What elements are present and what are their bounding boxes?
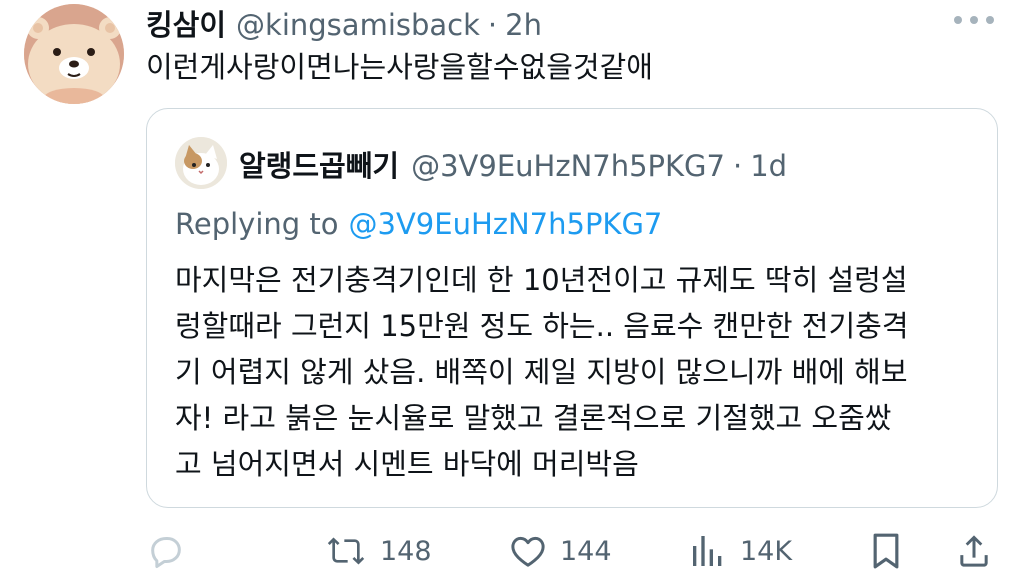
like-button[interactable]: 144 (508, 526, 612, 576)
more-options-button[interactable] (952, 8, 996, 32)
replying-mention-link[interactable]: @3V9EuHzN7h5PKG7 (349, 207, 663, 241)
retweet-icon (327, 537, 365, 565)
separator-dot: · (732, 149, 743, 183)
reply-button[interactable] (146, 526, 186, 576)
retweet-button[interactable]: 148 (324, 526, 432, 576)
action-bar: 148 144 14K (146, 526, 1006, 576)
like-count: 144 (560, 535, 612, 567)
user-handle[interactable]: @kingsamisback (236, 8, 480, 42)
quoted-text-line: 고 넘어지면서 시멘트 바닥에 머리박음 (175, 447, 639, 481)
retweet-count: 148 (380, 535, 432, 567)
tweet-time[interactable]: 2h (505, 8, 542, 42)
heart-icon (511, 536, 545, 567)
reply-icon (151, 537, 181, 568)
separator-dot: · (487, 8, 498, 42)
views-bar-chart-icon (693, 536, 722, 566)
bookmark-icon (873, 533, 899, 569)
bookmark-button[interactable] (866, 526, 906, 576)
display-name[interactable]: 킹삼이 (146, 2, 226, 44)
quoted-text-line: 렁할때라 그런지 15만원 정도 하는.. 음료수 캔만한 전기충격 (175, 309, 909, 343)
bear-avatar-icon (24, 4, 124, 104)
tweet-header: 킹삼이 @kingsamisback · 2h (146, 2, 542, 44)
views-button[interactable]: 14K (688, 526, 792, 576)
quoted-text-line: 마지막은 전기충격기인데 한 10년전이고 규제도 딱히 설렁설 (175, 263, 908, 297)
replying-to: Replying to @3V9EuHzN7h5PKG7 (175, 207, 662, 241)
quoted-header: 알랭드곱빼기 @3V9EuHzN7h5PKG7 · 1d (239, 143, 787, 185)
share-button[interactable] (954, 526, 994, 576)
cat-avatar-icon (175, 137, 227, 189)
quoted-text-line: 기 어렵지 않게 샀음. 배쪽이 제일 지방이 많으니까 배에 해보 (175, 355, 908, 389)
quoted-text: 마지막은 전기충격기인데 한 10년전이고 규제도 딱히 설렁설 렁할때라 그런… (175, 257, 975, 487)
more-options-icon (954, 16, 994, 24)
quoted-avatar[interactable] (175, 137, 227, 189)
replying-prefix: Replying to (175, 207, 339, 241)
views-count: 14K (740, 535, 793, 567)
quoted-text-line: 자! 라고 붉은 눈시율로 말했고 결론적으로 기절했고 오줌쌌 (175, 401, 892, 435)
quoted-time[interactable]: 1d (750, 149, 787, 183)
quoted-handle[interactable]: @3V9EuHzN7h5PKG7 (411, 149, 725, 183)
tweet-text: 이런게사랑이면나는사랑을할수없을것같애 (146, 50, 653, 84)
quoted-tweet-card[interactable]: 알랭드곱빼기 @3V9EuHzN7h5PKG7 · 1d Replying to… (146, 108, 998, 508)
share-icon (960, 535, 988, 567)
avatar[interactable] (24, 4, 124, 104)
quoted-display-name[interactable]: 알랭드곱빼기 (239, 143, 399, 185)
